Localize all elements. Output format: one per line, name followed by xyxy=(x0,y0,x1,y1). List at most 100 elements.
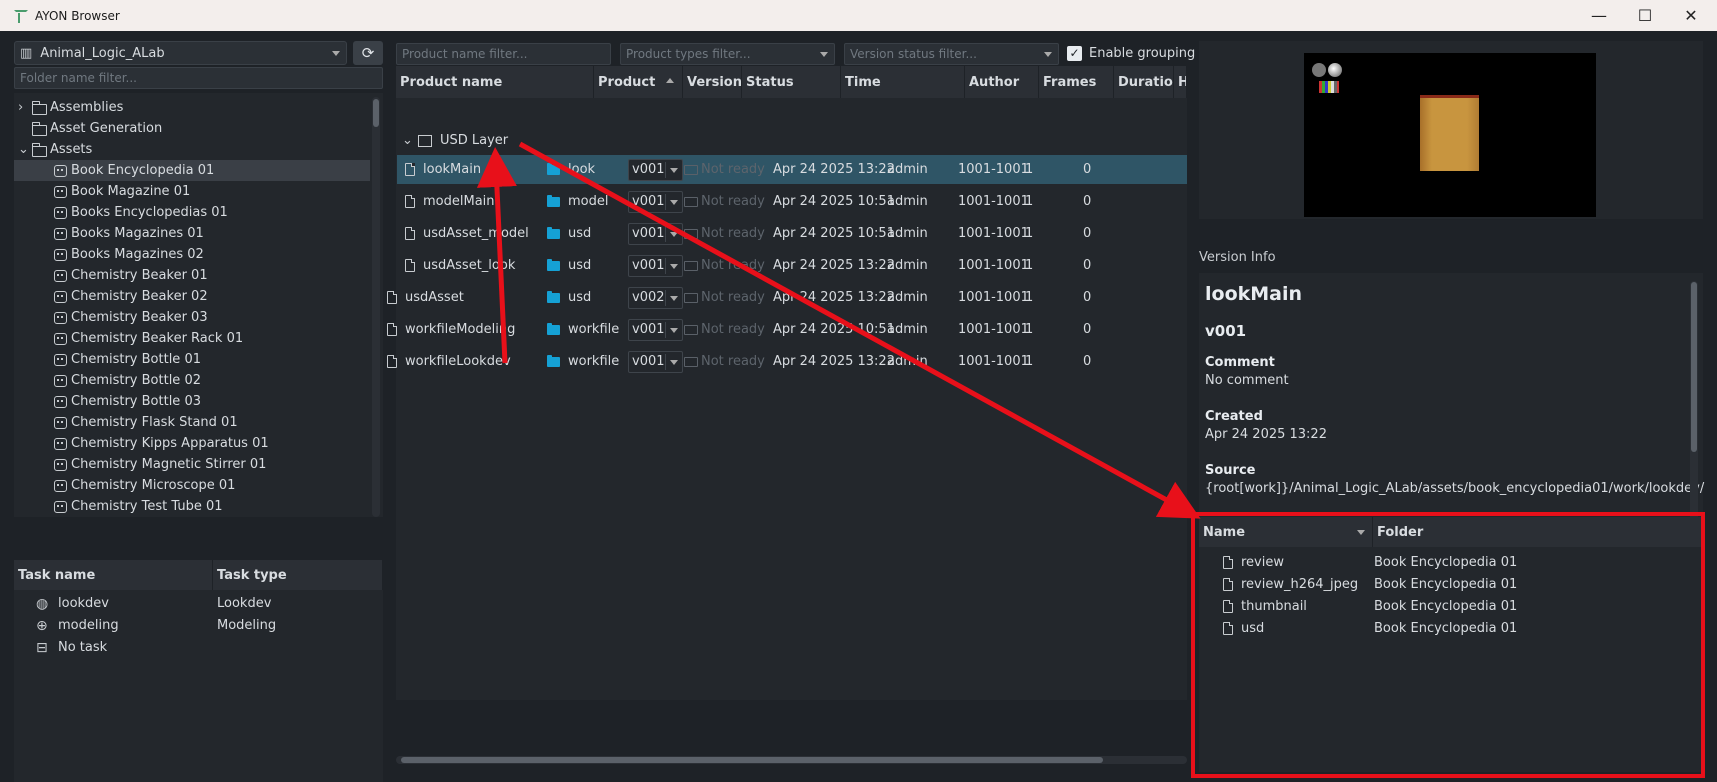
version-dropdown[interactable]: v001 xyxy=(628,158,683,181)
status-label: Not ready xyxy=(701,322,765,337)
product-hscrollbar-thumb[interactable] xyxy=(401,757,1103,763)
project-selector[interactable]: ▥ Animal_Logic_ALab xyxy=(14,41,347,65)
expand-arrow-icon[interactable]: ⌄ xyxy=(396,133,418,148)
folder-item-label: Chemistry Bottle 03 xyxy=(71,394,201,409)
task-row[interactable]: ◍ lookdev Lookdev xyxy=(36,593,376,614)
folder-item-label: Chemistry Magnetic Stirrer 01 xyxy=(71,457,267,472)
asset-icon xyxy=(54,290,67,303)
folder-item[interactable]: Chemistry Bottle 01 xyxy=(14,349,370,370)
product-handles: 0 xyxy=(1083,226,1092,241)
folder-item[interactable]: Chemistry Beaker 02 xyxy=(14,286,370,307)
task-type-header[interactable]: Task type xyxy=(213,560,383,590)
product-name-cell: modelMain xyxy=(405,187,555,216)
folder-item[interactable]: Chemistry Beaker Rack 01 xyxy=(14,328,370,349)
version-info-scrollbar-thumb[interactable] xyxy=(1691,282,1697,452)
asset-icon xyxy=(54,164,67,177)
product-column-header[interactable]: H xyxy=(1174,66,1187,98)
folder-item[interactable]: Book Magazine 01 xyxy=(14,181,370,202)
folder-item-label: Assets xyxy=(50,142,93,157)
version-info-scrollbar[interactable] xyxy=(1690,281,1698,531)
minimize-button[interactable]: — xyxy=(1576,0,1622,31)
folder-item[interactable]: Chemistry Microscope 01 xyxy=(14,475,370,496)
product-column-header[interactable]: Time xyxy=(841,66,965,98)
product-name-filter[interactable]: Product name filter... xyxy=(396,43,611,65)
product-column-header[interactable]: Version xyxy=(683,66,742,98)
chevron-down-icon xyxy=(820,52,828,57)
product-type-cell: workfile xyxy=(547,315,627,344)
product-row[interactable]: usdAsset_model usd v001 Not ready Apr 24 202… xyxy=(397,219,1187,248)
folder-item[interactable]: Book Encyclopedia 01 xyxy=(14,160,370,181)
version-cell: v001 xyxy=(628,315,686,344)
product-column-header[interactable]: Author xyxy=(965,66,1039,98)
version-dropdown[interactable]: v001 xyxy=(628,318,683,341)
refresh-button[interactable]: ⟳ xyxy=(353,41,383,65)
product-column-header[interactable]: Duratio xyxy=(1114,66,1174,98)
product-time: Apr 24 2025 10:51 xyxy=(773,194,895,209)
ayon-logo-icon xyxy=(12,9,28,23)
lookdev-icon: ◍ xyxy=(36,595,49,612)
info-version: v001 xyxy=(1205,322,1247,340)
version-dropdown[interactable]: v001 xyxy=(628,190,683,213)
checkbox-checked-icon: ✓ xyxy=(1067,45,1082,61)
expand-arrow-icon[interactable]: ⌄ xyxy=(18,142,32,157)
product-group-usd-layer[interactable]: ⌄ USD Layer xyxy=(396,126,696,155)
product-time: Apr 24 2025 13:22 xyxy=(773,290,895,305)
product-name-cell: usdAsset xyxy=(387,283,537,312)
product-type-folder-icon xyxy=(547,354,560,367)
maximize-button[interactable]: ☐ xyxy=(1622,0,1668,31)
folder-item[interactable]: Asset Generation xyxy=(14,118,370,139)
product-types-filter[interactable]: Product types filter... xyxy=(620,43,835,65)
globe-icon: ⊕ xyxy=(36,617,48,634)
product-row[interactable]: workfileLookdev workfile v001 Not ready Apr … xyxy=(387,347,1187,376)
product-row[interactable]: usdAsset usd v002 Not ready Apr 24 2025 13:2… xyxy=(387,283,1187,312)
product-column-header[interactable]: Status xyxy=(742,66,841,98)
chrome-ball-icon xyxy=(1328,63,1342,77)
product-column-header[interactable]: Frames xyxy=(1039,66,1114,98)
product-row[interactable]: modelMain model v001 Not ready Apr 24 2025 1… xyxy=(397,187,1187,216)
folder-item[interactable]: Chemistry Magnetic Stirrer 01 xyxy=(14,454,370,475)
folder-filter-input[interactable]: Folder name filter... xyxy=(14,67,383,89)
file-icon xyxy=(405,227,415,240)
folder-scrollbar[interactable] xyxy=(372,97,380,517)
annotation-highlight-box xyxy=(1191,512,1705,778)
folder-item[interactable]: Chemistry Test Tube 01 xyxy=(14,496,370,517)
product-hscrollbar[interactable] xyxy=(396,756,1187,764)
product-row[interactable]: usdAsset_look usd v001 Not ready Apr 24 2025… xyxy=(397,251,1187,280)
version-dropdown[interactable]: v002 xyxy=(628,286,683,309)
status-label: Not ready xyxy=(701,354,765,369)
task-row[interactable]: ⊕ modeling Modeling xyxy=(36,615,376,636)
folder-item[interactable]: Books Magazines 02 xyxy=(14,244,370,265)
version-status-filter[interactable]: Version status filter... xyxy=(844,43,1059,65)
close-button[interactable]: ✕ xyxy=(1668,0,1714,31)
status-icon xyxy=(684,292,698,303)
folder-item[interactable]: Books Magazines 01 xyxy=(14,223,370,244)
folder-item-label: Book Magazine 01 xyxy=(71,184,191,199)
folder-item[interactable]: Chemistry Bottle 03 xyxy=(14,391,370,412)
folder-item[interactable]: Books Encyclopedias 01 xyxy=(14,202,370,223)
product-type-folder-icon xyxy=(547,258,560,271)
gray-ball-icon xyxy=(1312,63,1326,77)
folder-item[interactable]: Chemistry Beaker 03 xyxy=(14,307,370,328)
version-dropdown[interactable]: v001 xyxy=(628,254,683,277)
product-row[interactable]: lookMain look v001 Not ready Apr 24 2025 13:… xyxy=(397,155,1187,184)
product-type: model xyxy=(568,194,609,209)
folder-item[interactable]: › Assemblies xyxy=(14,97,370,118)
folder-item[interactable]: Chemistry Beaker 01 xyxy=(14,265,370,286)
version-cell: v001 xyxy=(628,155,686,184)
folder-item[interactable]: Chemistry Flask Stand 01 xyxy=(14,412,370,433)
folder-item[interactable]: Chemistry Kipps Apparatus 01 xyxy=(14,433,370,454)
product-column-header[interactable]: Product name xyxy=(396,66,594,98)
status-cell: Not ready xyxy=(684,347,774,376)
enable-grouping-checkbox[interactable]: ✓ Enable grouping xyxy=(1067,41,1195,65)
folder-item[interactable]: Chemistry Bottle 02 xyxy=(14,370,370,391)
product-row[interactable]: workfileModeling workfile v001 Not ready Apr… xyxy=(387,315,1187,344)
version-dropdown[interactable]: v001 xyxy=(628,350,683,373)
folder-item[interactable]: ⌄ Assets xyxy=(14,139,370,160)
folder-scrollbar-thumb[interactable] xyxy=(373,99,379,127)
version-dropdown[interactable]: v001 xyxy=(628,222,683,245)
file-icon xyxy=(387,323,397,336)
task-row[interactable]: ⊟ No task xyxy=(36,637,376,658)
task-name-header[interactable]: Task name xyxy=(14,560,213,590)
expand-arrow-icon[interactable]: › xyxy=(18,100,32,115)
product-column-header[interactable]: Product xyxy=(594,66,683,98)
